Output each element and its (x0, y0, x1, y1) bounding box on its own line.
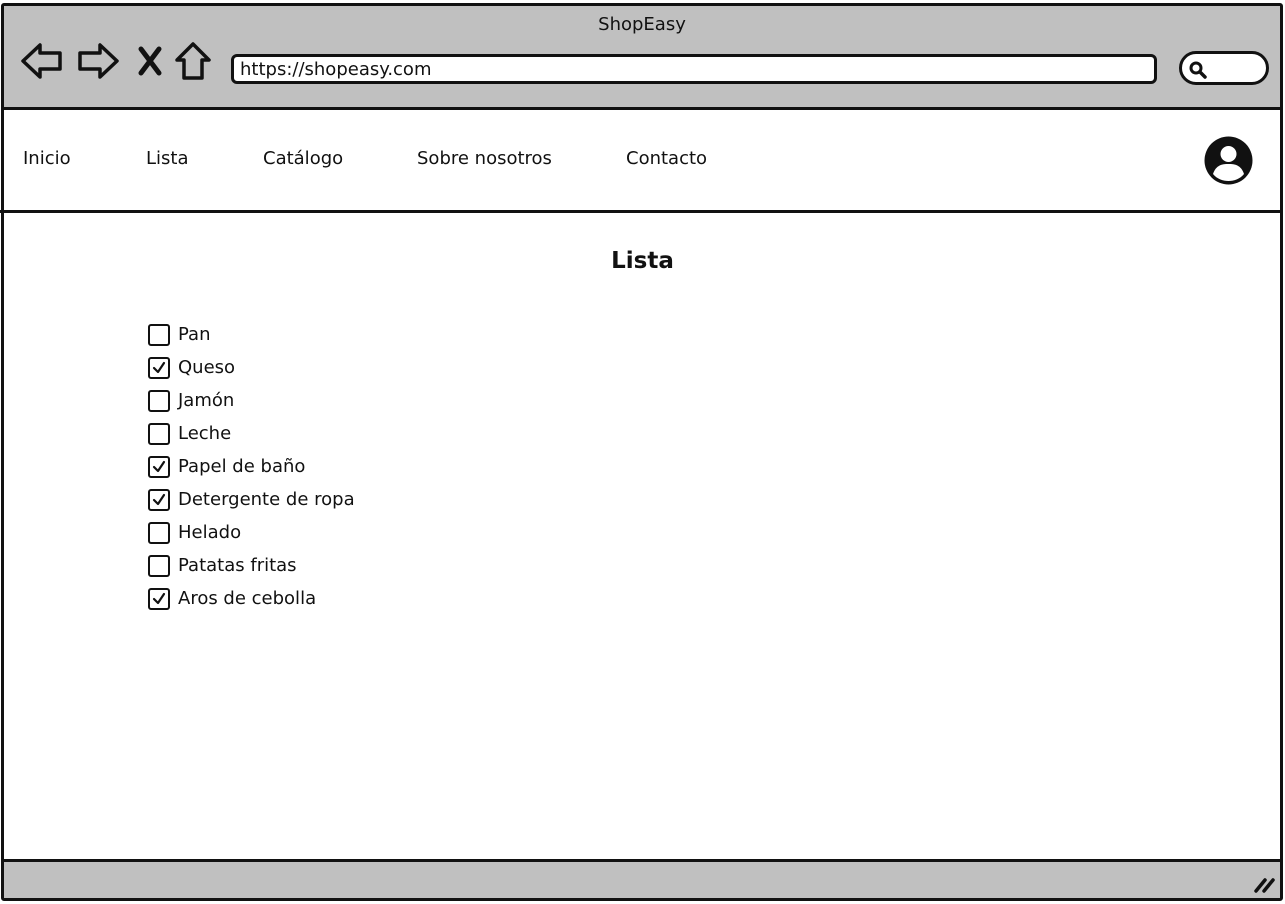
checklist-item-label: Aros de cebolla (178, 588, 317, 609)
checkbox[interactable] (148, 422, 170, 445)
checkbox[interactable] (148, 389, 170, 412)
forward-arrow-icon[interactable] (76, 40, 120, 82)
user-avatar-icon[interactable] (1204, 136, 1253, 185)
close-icon[interactable] (130, 40, 170, 82)
nav-link-inicio[interactable]: Inicio (23, 148, 71, 169)
checkmark-icon (152, 493, 166, 505)
checkbox[interactable] (148, 521, 170, 544)
checklist-item[interactable]: Helado (148, 516, 355, 549)
search-icon (1189, 61, 1207, 79)
checklist-item[interactable]: Patatas fritas (148, 549, 355, 582)
window-title: ShopEasy (598, 14, 686, 35)
checkmark-icon (152, 361, 166, 373)
checklist-item[interactable]: Jamón (148, 384, 355, 417)
back-arrow-icon[interactable] (20, 40, 64, 82)
page-title: Lista (611, 248, 674, 274)
shopping-checklist: Pan Queso Jamón Leche Papel de baño Dete… (148, 318, 355, 615)
checkbox-checked[interactable] (148, 356, 170, 379)
resize-grip-icon[interactable] (1252, 875, 1276, 893)
checkmark-icon (152, 592, 166, 604)
checkmark-icon (152, 460, 166, 472)
checklist-item[interactable]: Detergente de ropa (148, 483, 355, 516)
nav-link-catalogo[interactable]: Catálogo (263, 148, 343, 169)
main-navbar: Inicio Lista Catálogo Sobre nosotros Con… (0, 110, 1283, 213)
checklist-item-label: Papel de baño (178, 456, 306, 477)
checklist-item[interactable]: Papel de baño (148, 450, 355, 483)
checklist-item-label: Queso (178, 357, 236, 378)
checklist-item-label: Helado (178, 522, 242, 543)
checkbox-checked[interactable] (148, 587, 170, 610)
search-button[interactable] (1179, 51, 1269, 85)
checkbox[interactable] (148, 554, 170, 577)
checklist-item-label: Jamón (178, 390, 235, 411)
checkbox-checked[interactable] (148, 488, 170, 511)
checklist-item-label: Leche (178, 423, 232, 444)
checklist-item[interactable]: Pan (148, 318, 355, 351)
checklist-item-label: Patatas fritas (178, 555, 297, 576)
nav-link-contacto[interactable]: Contacto (626, 148, 707, 169)
checkbox[interactable] (148, 323, 170, 346)
checklist-item-label: Detergente de ropa (178, 489, 355, 510)
nav-link-sobre-nosotros[interactable]: Sobre nosotros (417, 148, 552, 169)
browser-toolbar: ShopEasy (2, 4, 1282, 110)
checklist-item[interactable]: Queso (148, 351, 355, 384)
status-bar (2, 859, 1282, 899)
home-icon[interactable] (172, 40, 214, 82)
checkbox-checked[interactable] (148, 455, 170, 478)
checklist-item[interactable]: Leche (148, 417, 355, 450)
nav-link-lista[interactable]: Lista (146, 148, 189, 169)
url-input[interactable] (231, 54, 1157, 84)
checklist-item[interactable]: Aros de cebolla (148, 582, 355, 615)
checklist-item-label: Pan (178, 324, 211, 345)
browser-window: ShopEasy https://shopeasy.com Inicio Lis… (0, 0, 1285, 904)
